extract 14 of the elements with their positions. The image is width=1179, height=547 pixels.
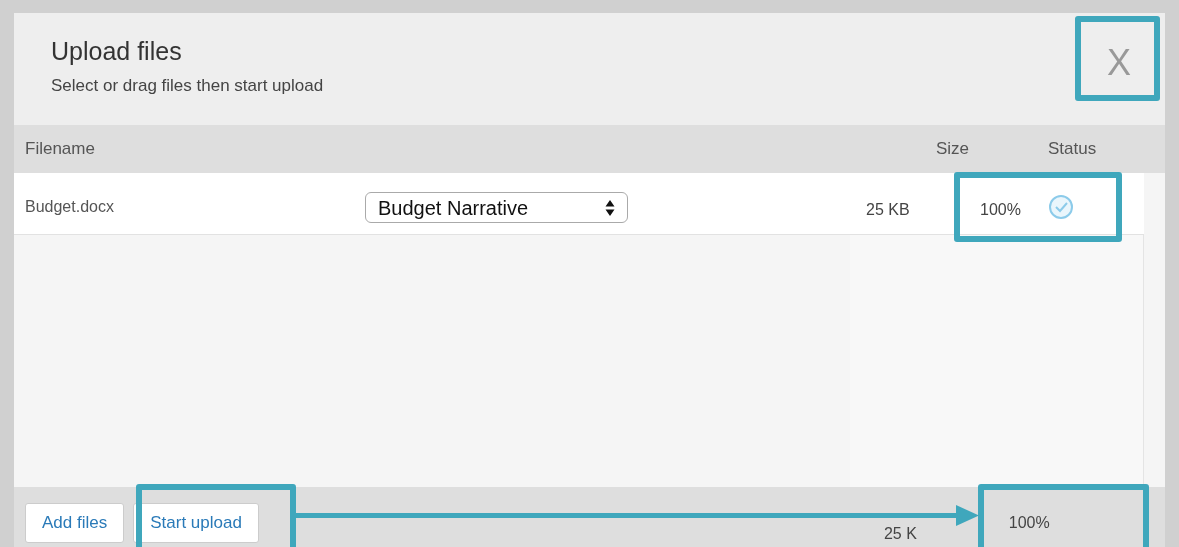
column-header: Filename	[24, 138, 96, 161]
total-size: 25 K	[883, 524, 917, 543]
dialog-subtitle: Select or drag files then start upload	[51, 75, 324, 97]
footer-button[interactable]: Start upload	[133, 503, 259, 543]
table-cell-text: Budget.docx	[24, 197, 115, 217]
stepper-arrows-icon	[605, 198, 615, 217]
close-button[interactable]: X	[1107, 45, 1131, 81]
table-cell-text: 100%	[980, 200, 1021, 220]
dialog-title: Upload files	[51, 36, 183, 67]
category-select[interactable]: Budget Narrative	[365, 192, 628, 223]
column-header: Status	[1047, 138, 1097, 161]
column-header: Size	[935, 138, 971, 161]
table-cell-text: 25 KB	[865, 200, 911, 220]
footer-button[interactable]: Add files	[25, 503, 125, 543]
